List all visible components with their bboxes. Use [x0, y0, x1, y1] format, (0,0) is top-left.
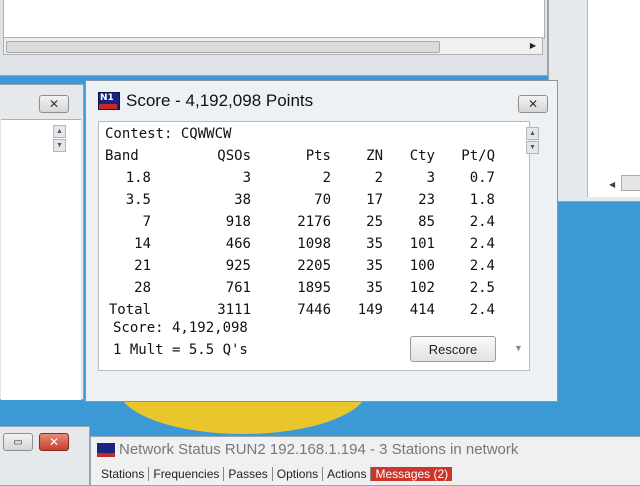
column-header-pts: Pts	[305, 148, 331, 164]
column-header-band: Band	[105, 148, 139, 164]
contest-name: CQWWCW	[180, 126, 232, 142]
tab-actions[interactable]: Actions	[323, 467, 372, 481]
scroll-up-icon[interactable]: ▲	[526, 127, 539, 140]
table-cell: 466	[225, 236, 251, 252]
score-window-title: Score - 4,192,098 Points	[126, 91, 314, 110]
network-status-window: Network Status RUN2 192.168.1.194 - 3 St…	[90, 436, 640, 486]
mult-ratio-line: 1 Mult = 5.5 Q's	[113, 342, 248, 358]
left-window-vscroll[interactable]: ▲ ▼	[53, 123, 67, 159]
table-cell: 35	[366, 280, 383, 296]
bottom-left-window: ▭ ✕	[0, 426, 90, 486]
table-cell: 7446	[297, 302, 331, 318]
table-cell: 70	[314, 192, 331, 208]
app-logo-icon: N1	[98, 92, 120, 110]
table-cell: 35	[366, 236, 383, 252]
table-cell: 100	[409, 258, 435, 274]
minimize-button[interactable]: ▭	[3, 433, 33, 451]
column-header-ptq: Pt/Q	[461, 148, 495, 164]
table-cell: 85	[418, 214, 435, 230]
score-total-line: Score: 4,192,098	[113, 320, 248, 336]
dropdown-caret-icon[interactable]: ▼	[514, 343, 523, 353]
table-cell: 28	[134, 280, 151, 296]
contest-label: Contest:	[105, 126, 173, 142]
table-cell: 3	[242, 170, 251, 186]
table-cell: 2176	[297, 214, 331, 230]
table-cell: 25	[366, 214, 383, 230]
app-logo-icon	[97, 443, 115, 457]
tab-frequencies[interactable]: Frequencies	[149, 467, 225, 481]
table-cell: 2.4	[469, 214, 495, 230]
table-cell: 918	[225, 214, 251, 230]
scroll-right-icon[interactable]: ▶	[530, 41, 536, 50]
score-title-bar[interactable]: N1 Score - 4,192,098 Points ✕	[86, 81, 557, 117]
table-cell: 2.4	[469, 302, 495, 318]
table-cell: 2.4	[469, 236, 495, 252]
tab-messages[interactable]: Messages (2)	[371, 467, 453, 481]
left-window-close-button[interactable]: ✕	[39, 95, 69, 113]
network-tab-bar: Stations Frequencies Passes Options Actions M…	[97, 467, 453, 485]
table-cell: 35	[366, 258, 383, 274]
table-cell: 1098	[297, 236, 331, 252]
table-cell: 3.5	[125, 192, 151, 208]
table-cell: 7	[142, 214, 151, 230]
column-header-qsos: QSOs	[217, 148, 251, 164]
score-window: N1 Score - 4,192,098 Points ✕ Contest: C…	[85, 80, 558, 402]
scroll-up-icon[interactable]: ▲	[53, 125, 66, 138]
score-close-button[interactable]: ✕	[518, 95, 548, 113]
table-cell: 925	[225, 258, 251, 274]
left-window: ✕ ▲ ▼	[0, 84, 84, 400]
table-cell: 1.8	[125, 170, 151, 186]
table-cell: 0.7	[469, 170, 495, 186]
table-cell: 23	[418, 192, 435, 208]
table-cell: 149	[357, 302, 383, 318]
right-window: ◀	[548, 0, 640, 202]
rescore-button[interactable]: Rescore	[410, 336, 496, 362]
tab-stations[interactable]: Stations	[97, 467, 150, 481]
table-cell: 2	[322, 170, 331, 186]
scrollbar-thumb[interactable]	[6, 41, 440, 53]
network-status-title[interactable]: Network Status RUN2 192.168.1.194 - 3 St…	[119, 441, 518, 458]
score-vscroll[interactable]: ▲ ▼	[526, 125, 540, 161]
right-window-hscroll[interactable]	[621, 175, 640, 191]
column-header-zn: ZN	[366, 148, 383, 164]
close-icon: ✕	[48, 435, 60, 449]
restore-icon: ▭	[13, 436, 23, 448]
horizontal-scrollbar[interactable]: ▶	[3, 37, 543, 55]
top-window: ▶	[0, 0, 548, 76]
tab-options[interactable]: Options	[273, 467, 324, 481]
right-window-pane	[587, 0, 640, 197]
column-header-cty: Cty	[409, 148, 435, 164]
close-icon: ✕	[48, 97, 60, 111]
table-cell: 2.5	[469, 280, 495, 296]
table-cell: 1.8	[469, 192, 495, 208]
table-cell: 14	[134, 236, 151, 252]
score-summary-panel: Contest: CQWWCW Band QSOs Pts ZN Cty Pt/…	[98, 121, 530, 371]
table-cell: 2.4	[469, 258, 495, 274]
scroll-left-icon[interactable]: ◀	[609, 180, 615, 189]
contest-line: Contest: CQWWCW	[105, 126, 231, 142]
top-window-content	[3, 0, 545, 39]
scroll-down-icon[interactable]: ▼	[526, 141, 539, 154]
close-icon: ✕	[527, 97, 539, 111]
table-cell: 38	[234, 192, 251, 208]
table-cell: Total	[108, 302, 151, 318]
table-cell: 3111	[217, 302, 251, 318]
table-cell: 102	[409, 280, 435, 296]
table-cell: 21	[134, 258, 151, 274]
bottom-left-close-button[interactable]: ✕	[39, 433, 69, 451]
table-cell: 3	[426, 170, 435, 186]
table-cell: 101	[409, 236, 435, 252]
table-cell: 1895	[297, 280, 331, 296]
left-window-pane	[1, 119, 81, 400]
scroll-down-icon[interactable]: ▼	[53, 139, 66, 152]
tab-passes[interactable]: Passes	[224, 467, 273, 481]
table-cell: 2205	[297, 258, 331, 274]
table-cell: 414	[409, 302, 435, 318]
table-cell: 2	[374, 170, 383, 186]
table-cell: 17	[366, 192, 383, 208]
table-cell: 761	[225, 280, 251, 296]
